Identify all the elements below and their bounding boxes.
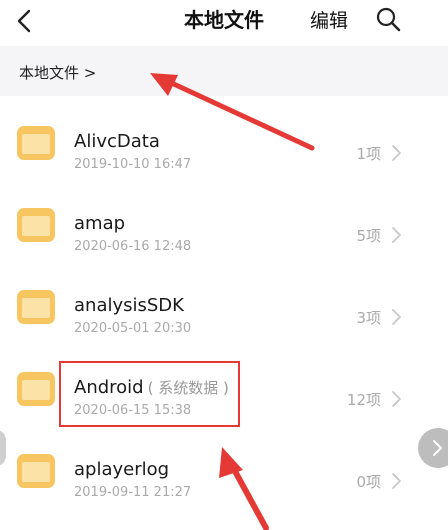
- edit-button[interactable]: 编辑: [310, 6, 348, 33]
- folder-icon: [17, 290, 55, 324]
- search-icon[interactable]: [375, 6, 401, 32]
- file-item-count: 1项: [356, 145, 381, 163]
- file-item-count: 0项: [356, 473, 381, 491]
- file-name: amap: [74, 213, 126, 234]
- file-row-alivcdata[interactable]: AlivcData 2019-10-10 16:47 1项: [0, 96, 448, 178]
- file-item-count: 5项: [356, 227, 381, 245]
- breadcrumb-item-local-files[interactable]: 本地文件 >: [19, 62, 96, 83]
- file-date: 2020-05-01 20:30: [74, 321, 192, 336]
- file-date: 2019-10-10 16:47: [74, 157, 192, 172]
- file-name: aplayerlog: [74, 459, 170, 480]
- file-row-aplayerlog[interactable]: aplayerlog 2019-09-11 21:27 0项: [0, 424, 448, 506]
- top-bar: 本地文件 编辑: [0, 0, 448, 46]
- file-item-count: 12项: [346, 391, 381, 409]
- folder-icon: [17, 126, 55, 160]
- chevron-right-icon: [392, 473, 401, 489]
- folder-icon: [17, 372, 55, 406]
- file-date: 2020-06-16 12:48: [74, 239, 192, 254]
- file-name: analysisSDK: [74, 295, 184, 316]
- chevron-right-icon: [392, 309, 401, 325]
- file-name: AlivcData: [74, 131, 160, 152]
- file-row-analysissdk[interactable]: analysisSDK 2020-05-01 20:30 3项: [0, 260, 448, 342]
- folder-icon: [17, 454, 55, 488]
- chevron-right-icon: [392, 227, 401, 243]
- chevron-right-icon: [433, 440, 442, 456]
- breadcrumb: 本地文件 >: [0, 46, 448, 96]
- file-date: 2019-09-11 21:27: [74, 485, 192, 500]
- chevron-right-icon: [392, 145, 401, 161]
- file-item-count: 3项: [356, 309, 381, 327]
- annotation-highlight-box: [59, 361, 240, 427]
- file-row-amap[interactable]: amap 2020-06-16 12:48 5项: [0, 178, 448, 260]
- chevron-right-icon: [392, 391, 401, 407]
- folder-icon: [17, 208, 55, 242]
